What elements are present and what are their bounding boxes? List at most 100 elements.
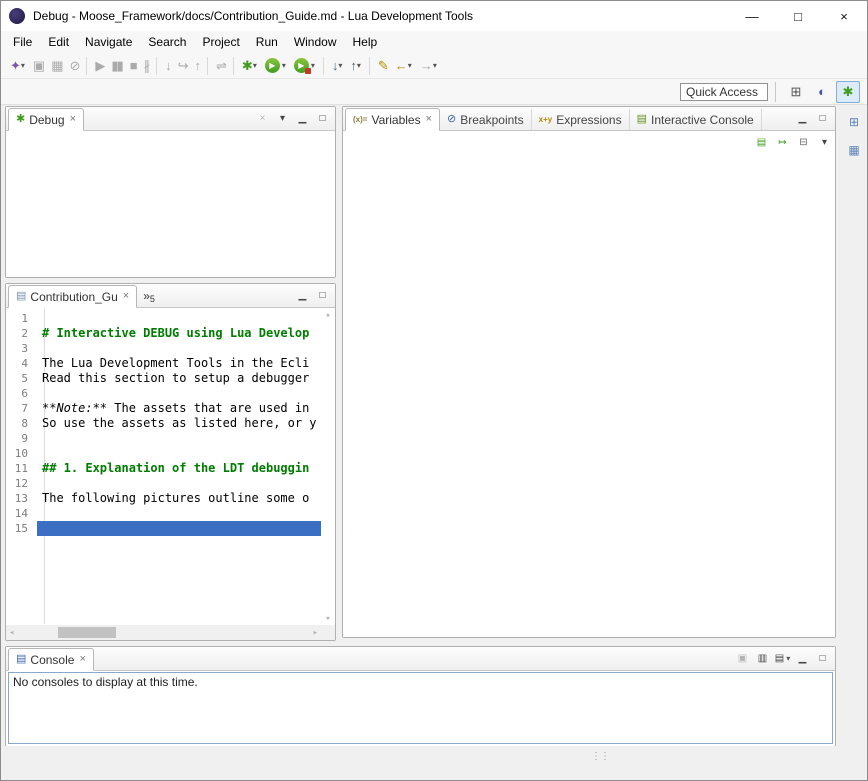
variables-view-content[interactable]	[343, 153, 835, 637]
menu-run[interactable]: Run	[248, 32, 286, 52]
menu-project[interactable]: Project	[194, 32, 247, 52]
scrollbar-thumb[interactable]	[58, 627, 116, 638]
variables-tab-expressions[interactable]: x+yExpressions	[532, 109, 630, 130]
forward-button[interactable]: →▾	[417, 55, 440, 77]
editor-line-text[interactable]: The following pictures outline some o	[37, 491, 321, 506]
skip-all-breakpoints-button[interactable]: ⊘	[67, 55, 82, 77]
step-return-button[interactable]: ↑	[192, 55, 203, 77]
open-console-button[interactable]: ▤▾	[774, 650, 791, 667]
scroll-right-icon[interactable]: ▸	[313, 628, 318, 638]
maximize-button[interactable]: □	[814, 110, 831, 127]
sash-grip[interactable]: ⋮⋮	[591, 751, 609, 762]
editor-line-text[interactable]: # Interactive DEBUG using Lua Develop	[37, 326, 321, 341]
dropdown-arrow-icon[interactable]: ▾	[311, 61, 315, 70]
close-tab-icon[interactable]: ×	[426, 114, 432, 125]
use-step-filters-button[interactable]: ⇌	[213, 55, 228, 77]
minimize-button[interactable]: ▁	[294, 110, 311, 127]
close-tab-icon[interactable]: ×	[70, 114, 76, 125]
editor-line-text[interactable]: So use the assets as listed here, or y	[37, 416, 321, 431]
save-button[interactable]: ▣	[30, 55, 46, 77]
step-into-button[interactable]: ↓	[162, 55, 173, 77]
close-tab-icon[interactable]: ×	[79, 654, 85, 665]
previous-annotation-button[interactable]: ↑▾	[347, 55, 364, 77]
last-edit-location-button[interactable]: ✎	[375, 55, 390, 77]
scroll-down-icon[interactable]: ▾	[325, 614, 330, 624]
menu-file[interactable]: File	[5, 32, 40, 52]
pin-console-button[interactable]: ▣	[734, 650, 751, 667]
dropdown-arrow-icon[interactable]: ▾	[253, 61, 257, 70]
debug-button[interactable]: ✱▾	[239, 55, 260, 77]
minimize-button[interactable]: ▁	[794, 110, 811, 127]
editor-line-text[interactable]: ## 1. Explanation of the LDT debuggin	[37, 461, 321, 476]
resume-button[interactable]: ▶	[92, 55, 106, 77]
suspend-button[interactable]: ▮▮	[108, 55, 124, 77]
menu-window[interactable]: Window	[286, 32, 345, 52]
menu-search[interactable]: Search	[140, 32, 194, 52]
next-annotation-button[interactable]: ↓▾	[329, 55, 346, 77]
editor-line-text[interactable]	[37, 431, 321, 446]
save-all-button[interactable]: ▦	[48, 55, 64, 77]
minimized-outline-view-button[interactable]: ▦	[844, 140, 864, 160]
variables-tab-breakpoints[interactable]: ⊘Breakpoints	[440, 109, 532, 130]
editor-line-text[interactable]	[37, 521, 321, 536]
dropdown-arrow-icon[interactable]: ▾	[408, 61, 412, 70]
external-tools-button[interactable]: ▶▾	[291, 55, 318, 77]
close-window-button[interactable]: ×	[821, 1, 867, 31]
terminate-button[interactable]: ■	[127, 55, 139, 77]
editor-content[interactable]: 12# Interactive DEBUG using Lua Develop3…	[6, 308, 335, 640]
dropdown-arrow-icon[interactable]: ▾	[338, 61, 342, 70]
dropdown-arrow-icon[interactable]: ▾	[282, 61, 286, 70]
scroll-left-icon[interactable]: ◂	[9, 628, 14, 638]
scroll-up-icon[interactable]: ▴	[325, 310, 330, 320]
show-logical-structures-button[interactable]: ↦	[774, 134, 791, 151]
run-button[interactable]: ▶▾	[262, 55, 289, 77]
vertical-scrollbar[interactable]: ▴ ▾	[321, 310, 335, 624]
dropdown-arrow-icon[interactable]: ▾	[357, 61, 361, 70]
variables-tab-variables[interactable]: (x)=Variables×	[345, 108, 440, 131]
editor-line-text[interactable]	[37, 476, 321, 491]
maximize-window-button[interactable]: □	[775, 1, 821, 31]
maximize-button[interactable]: □	[314, 110, 331, 127]
editor-line-text[interactable]	[37, 311, 321, 326]
console-content[interactable]: No consoles to display at this time.	[8, 672, 833, 744]
menu-edit[interactable]: Edit	[40, 32, 77, 52]
back-button[interactable]: ←▾	[392, 55, 415, 77]
dropdown-arrow-icon[interactable]: ▾	[433, 61, 437, 70]
editor-line-text[interactable]	[37, 341, 321, 356]
lua-perspective-button[interactable]: ◐	[810, 81, 834, 103]
editor-tab-overflow[interactable]: » 5	[137, 286, 161, 307]
horizontal-scrollbar[interactable]: ◂ ▸	[6, 625, 321, 640]
editor-line-text[interactable]	[37, 386, 321, 401]
quick-access-input[interactable]: Quick Access	[680, 83, 768, 101]
editor-tab-contribution-gu[interactable]: ▤Contribution_Gu×	[8, 285, 137, 308]
editor-line-text[interactable]: **Note:** The assets that are used in	[37, 401, 321, 416]
minimize-button[interactable]: ▁	[794, 650, 811, 667]
step-over-button[interactable]: ↪	[175, 55, 190, 77]
editor-line-text[interactable]	[37, 446, 321, 461]
view-menu-button[interactable]: ▾	[274, 110, 291, 127]
disconnect-button[interactable]: ∦	[141, 55, 152, 77]
console-tab-console[interactable]: ▤Console×	[8, 648, 94, 671]
minimize-button[interactable]: ▁	[294, 287, 311, 304]
close-tab-icon[interactable]: ×	[123, 291, 129, 302]
restore-minimized-view-button[interactable]: ⊞	[844, 112, 864, 132]
view-menu-button[interactable]: ▾	[816, 134, 833, 151]
variables-tab-interactive-console[interactable]: ▤Interactive Console	[630, 109, 762, 130]
show-type-names-button[interactable]: ▤	[753, 134, 770, 151]
remove-all-terminated-button[interactable]: ×	[254, 110, 271, 127]
open-perspective-button[interactable]: ⊞	[784, 81, 808, 103]
editor-line-text[interactable]	[37, 506, 321, 521]
dropdown-arrow-icon[interactable]: ▾	[21, 61, 25, 70]
new-wizard-button[interactable]: ✦▾	[7, 55, 28, 77]
editor-line-text[interactable]: Read this section to setup a debugger	[37, 371, 321, 386]
menu-navigate[interactable]: Navigate	[77, 32, 140, 52]
display-selected-console-button[interactable]: ▥	[754, 650, 771, 667]
collapse-all-button[interactable]: ⊟	[795, 134, 812, 151]
debug-tab-debug[interactable]: ✱Debug×	[8, 108, 84, 131]
debug-perspective-button[interactable]: ✱	[836, 81, 860, 103]
dropdown-arrow-icon[interactable]: ▾	[786, 654, 790, 663]
debug-view-content[interactable]	[6, 131, 335, 277]
maximize-button[interactable]: □	[314, 287, 331, 304]
menu-help[interactable]: Help	[345, 32, 386, 52]
editor-line-text[interactable]: The Lua Development Tools in the Ecli	[37, 356, 321, 371]
